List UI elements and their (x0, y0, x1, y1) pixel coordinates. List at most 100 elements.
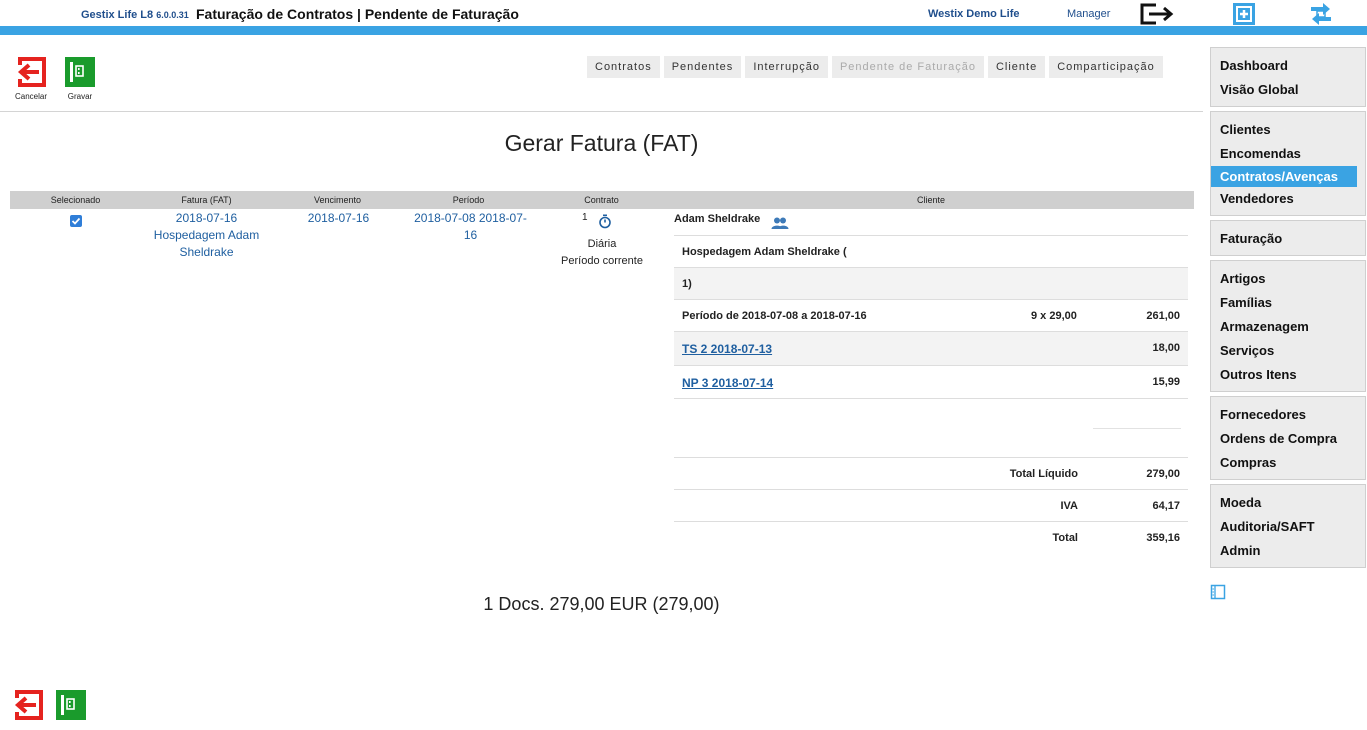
sidebar-item-compras[interactable]: Compras (1211, 451, 1365, 475)
detail-desc-line2: 1) (682, 278, 692, 290)
sidebar-group: Artigos Famílias Armazenagem Serviços Ou… (1210, 260, 1366, 392)
total-row: Total 359,16 (674, 521, 1188, 553)
save-icon (65, 57, 95, 87)
col-contrato: Contrato (584, 195, 619, 205)
total-label: Total (1052, 532, 1078, 544)
detail-desc-line1: Hospedagem Adam Sheldrake ( (682, 246, 847, 258)
detail-item-row: NP 3 2018-07-14 15,99 (674, 365, 1188, 399)
col-cliente: Cliente (916, 195, 945, 205)
col-selecionado: Selecionado (50, 195, 101, 205)
total-net-row: Total Líquido 279,00 (674, 457, 1188, 489)
vat-row: IVA 64,17 (674, 489, 1188, 521)
sidebar-group: Moeda Auditoria/SAFT Admin (1210, 484, 1366, 568)
detail-item-link-np[interactable]: NP 3 2018-07-14 (682, 376, 773, 390)
add-icon[interactable] (1232, 2, 1258, 26)
total-value: 359,16 (1146, 532, 1180, 544)
summary-text: 1 Docs. 279,00 EUR (279,00) (483, 594, 720, 614)
sidebar-item-contratos[interactable]: Contratos/Avenças (1211, 166, 1357, 187)
sidebar-item-visao-global[interactable]: Visão Global (1211, 78, 1365, 102)
sidebar-item-ordens-compra[interactable]: Ordens de Compra (1211, 427, 1365, 451)
invoice-date: 2018-07-16 (175, 211, 238, 225)
brand-version: 6.0.0.31 (156, 10, 189, 20)
invoice-name: Hospedagem Adam Sheldrake (153, 228, 260, 259)
sidebar-item-vendedores[interactable]: Vendedores (1211, 187, 1365, 211)
sidebar-item-armazenagem[interactable]: Armazenagem (1211, 315, 1365, 339)
tab-pendentes[interactable]: Pendentes (663, 56, 742, 78)
sidebar-item-faturacao[interactable]: Faturação (1211, 227, 1365, 251)
vat-label: IVA (1060, 500, 1078, 512)
col-fatura: Fatura (FAT) (181, 195, 232, 205)
tab-contratos[interactable]: Contratos (587, 56, 660, 78)
save-button-bottom[interactable] (51, 688, 91, 722)
cancel-icon (14, 690, 43, 720)
sidebar-item-outros-itens[interactable]: Outros Itens (1211, 363, 1365, 387)
sidebar-item-artigos[interactable]: Artigos (1211, 267, 1365, 291)
detail-period-value: 261,00 (1146, 310, 1180, 322)
sidebar-item-admin[interactable]: Admin (1211, 539, 1365, 563)
refresh-icon[interactable] (1308, 2, 1334, 26)
contract-frequency: Diária (587, 238, 617, 250)
contract-period: Período corrente (561, 255, 643, 267)
sidebar-item-moeda[interactable]: Moeda (1211, 491, 1365, 515)
brand: Gestix Life L8 6.0.0.31 (81, 9, 189, 21)
divider (0, 111, 1203, 112)
contract-info: Diária Período corrente (552, 236, 652, 270)
due-date: 2018-07-16 (307, 211, 370, 225)
cancel-button[interactable]: Cancelar (11, 55, 51, 101)
sidebar-item-encomendas[interactable]: Encomendas (1211, 142, 1365, 166)
sidebar-group: Fornecedores Ordens de Compra Compras (1210, 396, 1366, 480)
page-title: Gerar Fatura (FAT) (504, 130, 699, 156)
detail-desc-row-2: 1) (674, 267, 1188, 299)
detail-item-value: 15,99 (1152, 376, 1180, 388)
detail-period-qty: 9 x 29,00 (1031, 310, 1077, 322)
tab-comparticipacao[interactable]: Comparticipação (1049, 56, 1163, 78)
brand-name: Gestix Life L8 (81, 9, 154, 21)
col-vencimento: Vencimento (313, 195, 362, 205)
sidebar-item-clientes[interactable]: Clientes (1211, 118, 1365, 142)
logout-icon[interactable] (1140, 2, 1174, 26)
save-button[interactable]: Gravar (60, 55, 100, 101)
client-name: Adam Sheldrake (674, 213, 761, 225)
save-label: Gravar (67, 92, 93, 101)
cancel-icon (17, 57, 46, 87)
col-periodo: Período (452, 195, 485, 205)
sidebar-item-dashboard[interactable]: Dashboard (1211, 54, 1365, 78)
sidebar-group: Dashboard Visão Global (1210, 47, 1366, 107)
timer-icon[interactable] (598, 214, 612, 234)
tab-pendente-faturacao: Pendente de Faturação (831, 56, 984, 78)
vat-value: 64,17 (1152, 500, 1180, 512)
header-accent-bar (0, 26, 1367, 35)
detail-desc-row: Hospedagem Adam Sheldrake ( (674, 235, 1188, 267)
top-bar: Gestix Life L8 6.0.0.31 Faturação de Con… (0, 0, 1367, 26)
notebook-icon[interactable] (1210, 584, 1226, 605)
sidebar-item-fornecedores[interactable]: Fornecedores (1211, 403, 1365, 427)
sidebar: Dashboard Visão Global Clientes Encomend… (1210, 47, 1366, 572)
cancel-button-bottom[interactable] (8, 688, 48, 722)
divider (1093, 428, 1181, 429)
contract-number: 1 (582, 212, 588, 223)
tab-interrupcao[interactable]: Interrupção (745, 56, 828, 78)
tab-bar: Contratos Pendentes Interrupção Pendente… (587, 56, 1163, 78)
save-icon (56, 690, 86, 720)
cancel-label: Cancelar (14, 92, 47, 101)
detail-period-label: Período de 2018-07-08 a 2018-07-16 (682, 310, 867, 322)
sidebar-group: Faturação (1210, 220, 1366, 256)
page-header-title: Faturação de Contratos | Pendente de Fat… (196, 6, 519, 22)
table-header: Selecionado Fatura (FAT) Vencimento Perí… (10, 191, 1194, 209)
invoice-link[interactable]: 2018-07-16 Hospedagem Adam Sheldrake (141, 210, 272, 261)
sidebar-item-familias[interactable]: Famílias (1211, 291, 1365, 315)
user-name[interactable]: Manager (1067, 8, 1110, 20)
users-icon[interactable] (771, 216, 789, 234)
company-name[interactable]: Westix Demo Life (928, 8, 1020, 20)
tab-cliente[interactable]: Cliente (987, 56, 1046, 78)
sidebar-item-servicos[interactable]: Serviços (1211, 339, 1365, 363)
total-net-value: 279,00 (1146, 468, 1180, 480)
period: 2018-07-08 2018-07-16 (414, 211, 527, 242)
row-select-checkbox[interactable] (70, 215, 82, 227)
sidebar-item-auditoria[interactable]: Auditoria/SAFT (1211, 515, 1365, 539)
detail-item-value: 18,00 (1152, 342, 1180, 354)
detail-item-link-ts[interactable]: TS 2 2018-07-13 (682, 342, 772, 356)
detail-period-row: Período de 2018-07-08 a 2018-07-16 9 x 2… (674, 299, 1188, 331)
sidebar-group: Clientes Encomendas Contratos/Avenças Ve… (1210, 111, 1366, 216)
detail-item-row: TS 2 2018-07-13 18,00 (674, 331, 1188, 365)
